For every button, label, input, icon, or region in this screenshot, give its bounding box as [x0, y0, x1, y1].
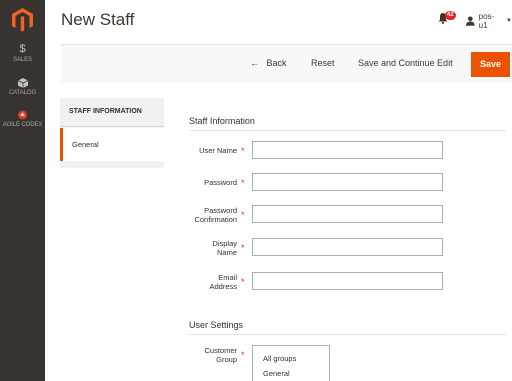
customer-group-option-all[interactable]: All groups	[263, 351, 329, 366]
required-asterisk: *	[241, 210, 245, 220]
section-divider	[189, 334, 506, 335]
required-asterisk: *	[241, 243, 245, 253]
required-asterisk: *	[241, 277, 245, 287]
magento-logo-icon[interactable]	[12, 8, 33, 32]
save-and-continue-button[interactable]: Save and Continue Edit	[358, 58, 453, 68]
staff-information-section-title: Staff Information	[189, 116, 255, 126]
display-name-field[interactable]	[252, 238, 443, 256]
sidebar-item-sales[interactable]: $ SALES	[0, 43, 45, 64]
page-actions-bar: ← Back Reset Save and Continue Edit Save	[61, 44, 512, 83]
email-address-field[interactable]	[252, 272, 443, 290]
label-line: Name	[216, 248, 237, 257]
label-line: Password	[204, 206, 237, 215]
codex-icon	[18, 110, 27, 120]
admin-sidebar: $ SALES CATALOG AGILE CODEX	[0, 0, 45, 381]
save-button[interactable]: Save	[471, 52, 510, 77]
username-field[interactable]	[252, 141, 443, 159]
label-line: Address	[209, 282, 237, 291]
label-line: Display	[212, 239, 237, 248]
back-button[interactable]: ← Back	[250, 58, 287, 68]
staff-tabs: STAFF INFORMATION General	[60, 98, 164, 168]
label-line: Group	[216, 355, 237, 364]
back-button-label: Back	[266, 58, 287, 68]
arrow-left-icon: ←	[250, 58, 259, 68]
section-divider	[189, 130, 506, 131]
sidebar-item-label: CATALOG	[8, 90, 37, 96]
label-line: Confirmation	[194, 215, 237, 224]
tab-general[interactable]: General	[60, 128, 164, 161]
required-asterisk: *	[241, 350, 245, 360]
user-name: pos-u1	[478, 12, 495, 30]
box-icon	[17, 78, 28, 88]
required-asterisk: *	[241, 178, 245, 188]
sidebar-item-agile-codex[interactable]: AGILE CODEX	[0, 110, 45, 128]
email-address-label: Email Address	[181, 273, 237, 291]
label-line: Customer	[204, 346, 237, 355]
label-line: Email	[218, 273, 237, 282]
required-asterisk: *	[241, 146, 245, 156]
notification-count-badge: 42	[445, 11, 456, 20]
tabs-heading: STAFF INFORMATION	[60, 98, 164, 127]
customer-group-option-general[interactable]: General	[263, 366, 329, 381]
password-confirmation-label: Password Confirmation	[181, 206, 237, 224]
password-confirmation-field[interactable]	[252, 205, 443, 223]
user-account-menu[interactable]: pos-u1 ▼	[466, 12, 512, 30]
username-label: User Name	[199, 146, 237, 155]
user-settings-section-title: User Settings	[189, 320, 244, 330]
chevron-down-icon: ▼	[506, 18, 512, 24]
customer-group-label: Customer Group	[181, 346, 237, 364]
password-field[interactable]	[252, 173, 443, 191]
sidebar-item-label: AGILE CODEX	[2, 122, 43, 128]
user-icon	[466, 16, 475, 26]
sidebar-item-label: SALES	[13, 57, 32, 63]
password-label: Password	[204, 178, 237, 187]
customer-group-multiselect[interactable]: All groups General	[252, 345, 330, 381]
page-title: New Staff	[61, 10, 135, 29]
display-name-label: Display Name	[181, 239, 237, 257]
reset-button[interactable]: Reset	[311, 58, 335, 68]
dollar-icon: $	[19, 43, 26, 55]
sidebar-item-catalog[interactable]: CATALOG	[0, 78, 45, 96]
